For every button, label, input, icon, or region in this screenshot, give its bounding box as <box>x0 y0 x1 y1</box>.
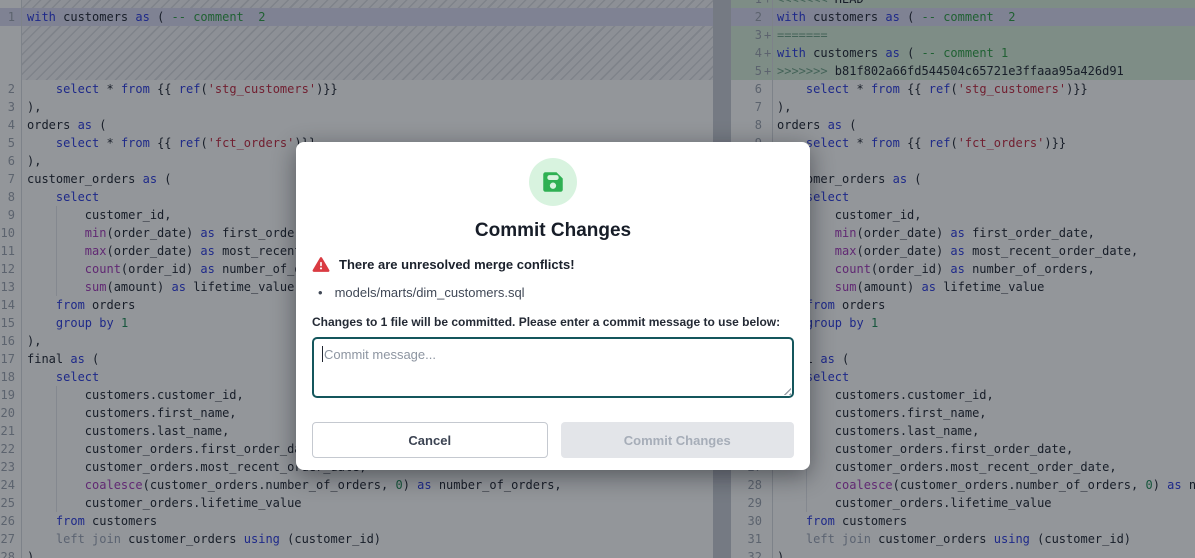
conflict-file-name: models/marts/dim_customers.sql <box>335 285 525 300</box>
text-caret <box>322 346 323 362</box>
modal-title: Commit Changes <box>296 220 810 242</box>
save-icon <box>529 158 577 206</box>
commit-instruction: Changes to 1 file will be committed. Ple… <box>312 315 794 329</box>
warning-text: There are unresolved merge conflicts! <box>339 257 575 272</box>
bullet-icon: • <box>318 285 323 300</box>
commit-changes-button[interactable]: Commit Changes <box>561 422 795 458</box>
commit-changes-modal: Commit Changes There are unresolved merg… <box>296 142 810 470</box>
commit-message-input[interactable] <box>312 337 794 398</box>
cancel-button[interactable]: Cancel <box>312 422 548 458</box>
conflict-file-item: • models/marts/dim_customers.sql <box>318 285 810 300</box>
warning-icon <box>312 256 330 273</box>
